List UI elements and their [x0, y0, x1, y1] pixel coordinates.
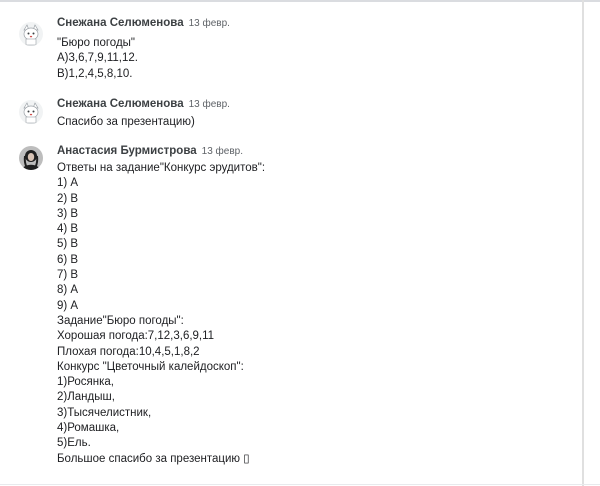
comment-text-line: 9) А: [57, 299, 79, 312]
user-avatar-icon[interactable]: [19, 22, 43, 46]
comment-text-line: Большое спасибо за презентацию ▯: [57, 452, 250, 465]
comment-text-line: 4) В: [57, 223, 79, 236]
comment-author: Снежана Селюменова: [57, 17, 184, 29]
comment-date: 13 февр.: [188, 99, 230, 110]
comment-text-line: 1)Росянка,: [57, 376, 114, 389]
comment-text-line: Плохая погода:10,4,5,1,8,2: [57, 345, 200, 358]
comment-text-line: 5) В: [57, 238, 79, 251]
comment-text-line: 6) В: [57, 253, 79, 266]
comment-text-line: "Бюро погоды": [57, 37, 136, 49]
comment-text-line: 2) В: [57, 192, 79, 205]
top-divider: [0, 0, 600, 2]
comment-text-line: Хорошая погода:7,12,3,6,9,11: [57, 330, 215, 343]
comment-date: 13 февр.: [201, 146, 243, 157]
user-avatar-icon[interactable]: [19, 146, 43, 170]
comment-date: 13 февр.: [188, 18, 230, 29]
comment-text-line: 3)Тысячелистник,: [57, 406, 152, 419]
comment-text-line: 4)Ромашка,: [57, 422, 120, 435]
comment-text-line: 1) А: [57, 177, 79, 190]
comment-author: Анастасия Бурмистрова: [57, 145, 197, 157]
comment-author: Снежана Селюменова: [57, 98, 184, 110]
bottom-divider: [0, 484, 600, 485]
comment-stream: Снежана Селюменова 13 февр. "Бюро погоды"…: [0, 0, 600, 486]
user-avatar-icon[interactable]: [19, 100, 43, 124]
comment-text-line: В)1,2,4,5,8,10.: [57, 67, 133, 80]
comment-text-line: 5)Ель.: [57, 437, 91, 450]
right-divider: [582, 0, 584, 486]
comment-text-line: А)3,6,7,9,11,12.: [57, 52, 138, 65]
comment-text-line: 8) А: [57, 284, 79, 297]
comment-text-line: Задание"Бюро погоды":: [57, 314, 184, 327]
comment-text-line: 7) В: [57, 269, 79, 282]
comment-text-line: Спасибо за презентацию): [57, 116, 195, 128]
comment-text-line: Ответы на задание"Конкурс эрудитов":: [57, 162, 266, 174]
comment-text-line: 2)Ландыш,: [57, 391, 115, 404]
comment-text-line: Конкурс "Цветочный калейдоскоп":: [57, 360, 244, 373]
comment-text-line: 3) В: [57, 207, 79, 220]
